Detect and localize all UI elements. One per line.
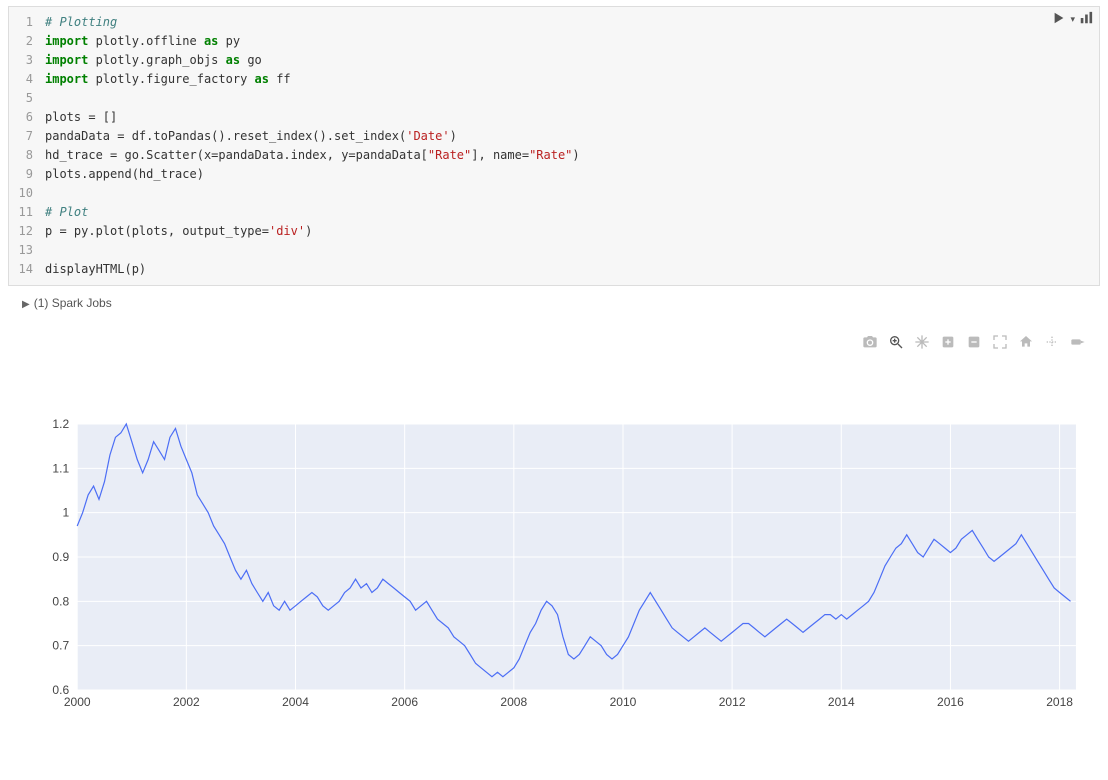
svg-text:1: 1 — [62, 506, 69, 520]
plotly-chart[interactable]: 0.60.70.80.911.11.2200020022004200620082… — [22, 412, 1086, 712]
svg-text:2006: 2006 — [391, 695, 418, 709]
svg-text:1.1: 1.1 — [52, 461, 69, 475]
svg-text:2004: 2004 — [282, 695, 309, 709]
svg-text:2018: 2018 — [1046, 695, 1073, 709]
bar-chart-icon[interactable] — [1079, 11, 1093, 28]
svg-text:2002: 2002 — [173, 695, 200, 709]
zoom-out-icon[interactable] — [966, 334, 982, 350]
svg-text:0.9: 0.9 — [52, 550, 69, 564]
run-menu-caret-icon[interactable]: ▾ — [1070, 14, 1075, 25]
code-editor[interactable]: ▾ 1234567891011121314 # Plottingimport p… — [8, 6, 1100, 286]
spark-jobs-toggle[interactable]: ▶(1) Spark Jobs — [22, 296, 1100, 310]
zoom-icon[interactable] — [888, 334, 904, 350]
svg-text:1.2: 1.2 — [52, 417, 69, 431]
cell-run-controls: ▾ — [1052, 11, 1093, 28]
pan-icon[interactable] — [914, 334, 930, 350]
svg-text:2012: 2012 — [719, 695, 746, 709]
svg-text:2014: 2014 — [828, 695, 855, 709]
notebook-cell: ▾ 1234567891011121314 # Plottingimport p… — [8, 6, 1100, 712]
svg-text:2008: 2008 — [500, 695, 527, 709]
spike-lines-icon[interactable] — [1044, 334, 1060, 350]
camera-icon[interactable] — [862, 334, 878, 350]
svg-text:2016: 2016 — [937, 695, 964, 709]
svg-text:0.7: 0.7 — [52, 639, 69, 653]
line-number-gutter: 1234567891011121314 — [9, 7, 39, 285]
plotly-modebar — [8, 334, 1086, 350]
reset-axes-icon[interactable] — [1018, 334, 1034, 350]
zoom-in-icon[interactable] — [940, 334, 956, 350]
svg-text:2000: 2000 — [64, 695, 91, 709]
run-cell-button[interactable] — [1052, 11, 1066, 28]
code-content[interactable]: # Plottingimport plotly.offline as pyimp… — [39, 7, 1099, 285]
expand-caret-icon: ▶ — [22, 299, 30, 310]
svg-text:0.8: 0.8 — [52, 594, 69, 608]
autoscale-icon[interactable] — [992, 334, 1008, 350]
svg-text:2010: 2010 — [610, 695, 637, 709]
hover-compare-icon[interactable] — [1070, 334, 1086, 350]
